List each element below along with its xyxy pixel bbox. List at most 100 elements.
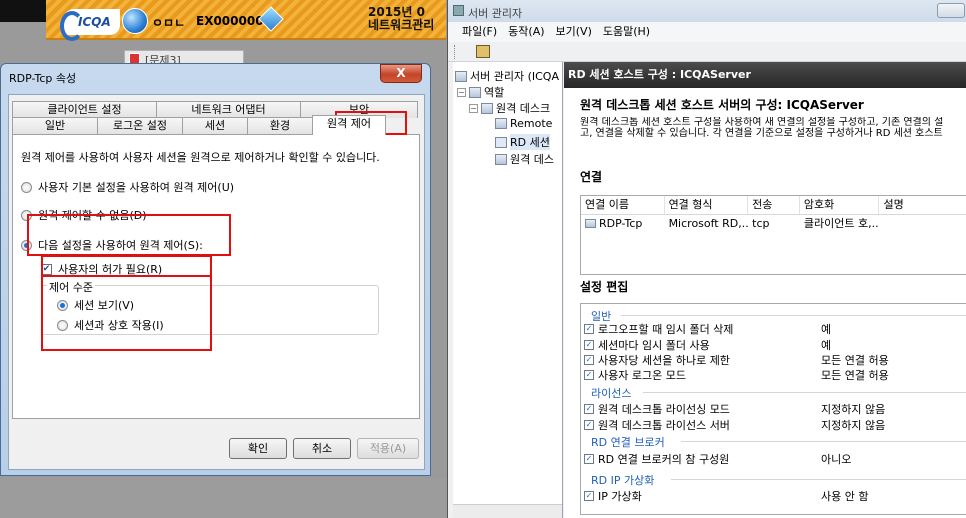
setting-row[interactable]: ✓ 세션마다 임시 폴더 사용 <box>584 337 710 353</box>
setting-row[interactable]: ✓ 사용자 로그온 모드 <box>584 367 686 383</box>
config-description-line: 원격 데스크톱 세션 호스트 구성을 사용하여 새 연결의 설정을 구성하고, … <box>580 117 944 128</box>
collapse-icon[interactable]: − <box>457 87 466 97</box>
tab-general[interactable]: 일반 <box>12 117 98 134</box>
tree-label: 원격 데스크 <box>496 102 551 115</box>
menu-help[interactable]: 도움말(H) <box>603 22 650 42</box>
setting-name: 세션마다 임시 폴더 사용 <box>598 339 710 352</box>
setting-row[interactable]: ✓ IP 가상화 <box>584 488 642 504</box>
tab-client-settings[interactable]: 클라이언트 설정 <box>12 101 157 118</box>
tab-remote-control[interactable]: 원격 제어 <box>312 115 386 135</box>
setting-icon: ✓ <box>584 355 594 365</box>
tree-label: 원격 데스 <box>510 153 554 166</box>
page-description: 원격 제어를 사용하여 사용자 세션을 원격으로 제어하거나 확인할 수 있습니… <box>21 151 380 164</box>
apply-button[interactable]: 적용(A) <box>357 438 419 459</box>
dark-corner <box>0 0 46 22</box>
tab-row-bottom: 일반 로그온 설정 세션 환경 원격 제어 <box>12 115 386 135</box>
tree-roles[interactable]: − 역할 <box>457 84 504 100</box>
group-licensing: 라이선스 <box>591 387 632 400</box>
tab-network-adapter[interactable]: 네트워크 어댑터 <box>156 101 301 118</box>
column-header[interactable]: 연결 이름 <box>581 196 665 214</box>
toolbar <box>448 42 966 62</box>
tree-label: 서버 관리자 (ICQA <box>470 70 559 83</box>
menu-action[interactable]: 동작(A) <box>508 22 544 42</box>
globe-icon <box>122 8 148 34</box>
tree-label: Remote <box>510 117 553 130</box>
roles-icon <box>469 86 481 98</box>
tree-remoteapp[interactable]: Remote <box>495 117 552 130</box>
setting-row[interactable]: ✓ 사용자당 세션을 하나로 제한 <box>584 352 730 368</box>
table-row[interactable]: RDP-Tcp Microsoft RD,.. tcp 클라이언트 호,.. <box>581 215 966 232</box>
tab-environment[interactable]: 환경 <box>247 117 313 134</box>
setting-value: 지정하지 않음 <box>821 403 886 416</box>
group-divider <box>681 441 966 442</box>
user-name: ㅇㅁㄴ <box>152 16 186 30</box>
rd-session-icon <box>495 136 507 148</box>
setting-value: 모든 연결 허용 <box>821 369 889 382</box>
group-connection-broker: RD 연결 브로커 <box>591 436 665 449</box>
close-button[interactable]: X <box>380 64 422 83</box>
tree-horizontal-scrollbar[interactable] <box>453 504 562 518</box>
exam-subject: 네트워크관리 <box>368 18 435 32</box>
setting-row[interactable]: ✓ 원격 데스크톱 라이선스 서버 <box>584 417 730 433</box>
highlight-permission-checkbox <box>41 255 212 277</box>
setting-icon: ✓ <box>584 420 594 430</box>
services-icon <box>481 102 493 114</box>
column-header[interactable]: 암호화 <box>800 196 880 214</box>
setting-icon: ✓ <box>584 324 594 334</box>
setting-value: 모든 연결 허용 <box>821 354 889 367</box>
connections-heading: 연결 <box>580 170 603 184</box>
dialog-title: RDP-Tcp 속성 <box>9 72 77 85</box>
ok-button[interactable]: 확인 <box>229 438 287 459</box>
group-ip-virtualization: RD IP 가상화 <box>591 474 655 487</box>
console-icon[interactable] <box>476 45 490 58</box>
tree-remote-desktop-services[interactable]: − 원격 데스크 <box>469 100 550 116</box>
sm-title: 서버 관리자 <box>468 7 523 20</box>
tree-remote-desktop[interactable]: 원격 데스 <box>495 151 554 167</box>
setting-name: 사용자당 세션을 하나로 제한 <box>598 354 730 367</box>
content-header: RD 세션 호스트 구성 : ICQAServer <box>564 62 966 88</box>
table-cell: RDP-Tcp <box>581 215 665 232</box>
setting-icon: ✓ <box>584 404 594 414</box>
column-header[interactable]: 전송 <box>748 196 800 214</box>
sm-titlebar: 서버 관리자 <box>448 0 966 22</box>
cancel-button[interactable]: 취소 <box>293 438 351 459</box>
minimize-button[interactable] <box>937 3 965 18</box>
group-divider <box>671 479 966 480</box>
background-lower-area <box>0 478 447 518</box>
setting-name: 원격 데스크톱 라이선싱 모드 <box>598 403 730 416</box>
setting-name: 사용자 로그온 모드 <box>598 369 686 382</box>
desktop-icon <box>495 153 507 165</box>
collapse-icon[interactable]: − <box>469 103 478 113</box>
menu-view[interactable]: 보기(V) <box>556 22 592 42</box>
tree-root[interactable]: 서버 관리자 (ICQA <box>455 68 559 84</box>
tree-rd-session-host[interactable]: RD 세션 <box>495 134 550 150</box>
toolbar-grip <box>454 45 457 59</box>
column-header[interactable]: 설명 <box>879 196 966 214</box>
table-cell: tcp <box>752 217 770 230</box>
menu-file[interactable]: 파일(F) <box>462 22 497 42</box>
setting-value: 예 <box>821 339 832 352</box>
setting-name: 로그오프할 때 임시 폴더 삭제 <box>598 323 734 336</box>
column-header[interactable]: 연결 형식 <box>665 196 749 214</box>
group-divider <box>621 315 966 316</box>
tab-sessions[interactable]: 세션 <box>182 117 248 134</box>
tab-logon-settings[interactable]: 로그온 설정 <box>97 117 183 134</box>
connection-icon <box>585 219 596 228</box>
config-description-line: 고, 연결을 삭제할 수 있습니다. 각 연결을 기준으로 설정을 구성하거나 … <box>580 128 943 139</box>
setting-value: 아니오 <box>821 453 852 466</box>
settings-list: 일반 ✓ 로그오프할 때 임시 폴더 삭제 예 ✓ 세션마다 임시 폴더 사용 예 … <box>580 303 966 515</box>
radio-button[interactable] <box>21 181 32 193</box>
setting-value: 지정하지 않음 <box>821 419 886 432</box>
setting-row[interactable]: ✓ 로그오프할 때 임시 폴더 삭제 <box>584 321 733 337</box>
setting-value: 사용 안 함 <box>821 490 869 503</box>
table-cell <box>879 215 966 232</box>
settings-heading: 설정 편집 <box>580 280 629 294</box>
config-title: 원격 데스크톱 세션 호스트 서버의 구성: ICQAServer <box>580 98 864 112</box>
radio-default-settings[interactable]: 사용자 기본 설정을 사용하여 원격 제어(U) <box>21 179 234 195</box>
setting-icon: ✓ <box>584 370 594 380</box>
setting-row[interactable]: ✓ 원격 데스크톱 라이선싱 모드 <box>584 401 730 417</box>
setting-row[interactable]: ✓ RD 연결 브로커의 참 구성원 <box>584 451 729 467</box>
server-icon <box>455 70 467 82</box>
radio-label: 사용자 기본 설정을 사용하여 원격 제어(U) <box>38 181 235 194</box>
setting-name: RD 연결 브로커의 참 구성원 <box>598 453 730 466</box>
